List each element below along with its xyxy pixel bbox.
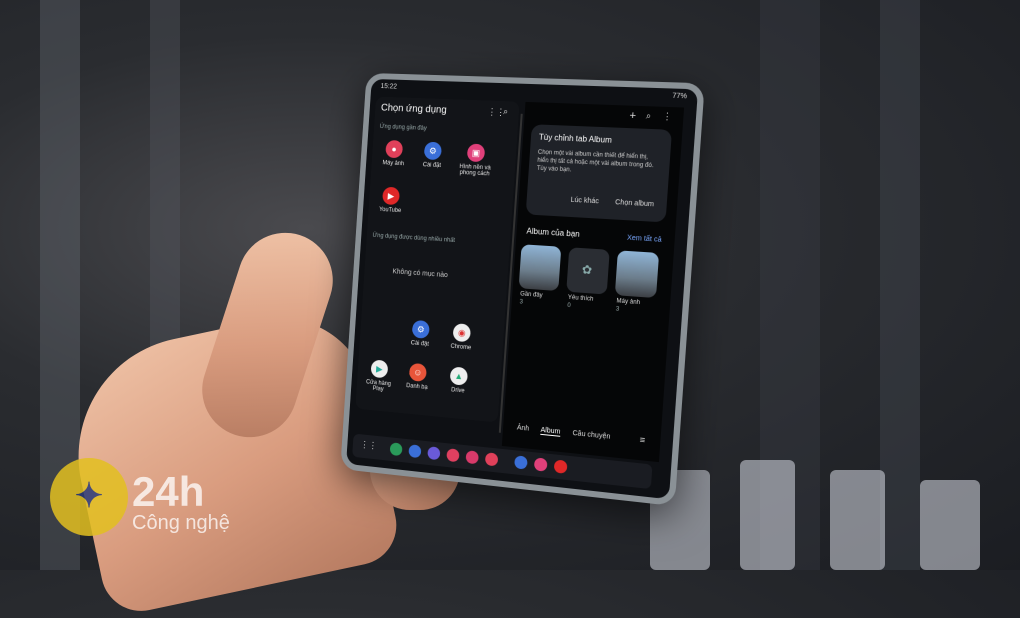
status-time: 15:22	[380, 83, 398, 91]
tab-album[interactable]: Album	[540, 426, 561, 437]
album-thumbnail[interactable]	[614, 250, 660, 299]
gallery-app-icon[interactable]	[465, 450, 479, 465]
wallpaper-app-icon[interactable]	[533, 457, 548, 472]
app-label: Cửa hàng Play	[365, 379, 392, 393]
tab-stories[interactable]: Câu chuyện	[572, 430, 610, 441]
background-light	[740, 460, 795, 570]
album-count: 3	[519, 299, 524, 306]
recent-apps-header: Ứng dụng gần đây	[379, 124, 427, 132]
background-light	[920, 480, 980, 570]
settings-app-icon[interactable]	[514, 455, 528, 470]
phone-app-icon[interactable]	[389, 442, 403, 457]
album-thumbnail[interactable]: ✿	[566, 247, 610, 295]
background-light	[830, 470, 885, 570]
drive-app-icon[interactable]: ▲	[449, 366, 469, 386]
flower-icon: ✿	[581, 262, 593, 278]
album-thumbnail[interactable]	[518, 244, 562, 292]
card-text: Chọn một vài album cần thiết để hiển thị…	[536, 149, 654, 174]
more-icon[interactable]: ⋮	[662, 111, 672, 123]
album-name: Gần đây	[519, 291, 543, 299]
albums-header: Album của bạn	[526, 226, 581, 239]
empty-message: Không có mục nào	[392, 268, 448, 280]
app-label: Cài đặt	[422, 162, 442, 170]
see-all-link[interactable]: Xem tất cả	[627, 235, 662, 244]
album-name: Yêu thích	[567, 294, 594, 303]
later-button[interactable]: Lúc khác	[570, 197, 599, 206]
app-label: Drive	[450, 387, 465, 395]
messages-app-icon[interactable]	[408, 444, 422, 459]
status-battery: 77%	[672, 92, 688, 101]
album-count: 3	[615, 306, 620, 313]
search-icon[interactable]: ⌕	[503, 106, 509, 117]
app-picker-title: Chọn ứng dụng	[380, 102, 447, 116]
apps-grid-icon[interactable]: ⋮⋮	[360, 439, 377, 451]
customize-album-card: Tùy chỉnh tab Album Chọn một vài album c…	[525, 124, 673, 223]
app-label: Máy ảnh	[382, 160, 405, 168]
watermark-subtitle: Công nghệ	[132, 512, 230, 534]
play-store-app-icon[interactable]: ▶	[370, 359, 389, 379]
settings-app-icon[interactable]: ⚙	[423, 141, 443, 161]
background-stripe	[880, 0, 920, 570]
add-icon[interactable]: +	[629, 110, 636, 123]
wallpaper-app-icon[interactable]: ▣	[466, 143, 486, 163]
gallery-pane: + ⌕ ⋮ Tùy chỉnh tab Album Chọn một vài a…	[501, 101, 685, 463]
browser-app-icon[interactable]	[427, 446, 441, 461]
app-label: Danh bạ	[405, 383, 428, 391]
menu-icon[interactable]: ≡	[639, 435, 645, 446]
app-label: Cài đặt	[410, 340, 429, 348]
watermark-logo: ✦	[50, 458, 128, 536]
app-label: Hình nền và phong cách	[459, 163, 491, 178]
app-label: YouTube	[378, 206, 402, 215]
youtube-app-icon[interactable]	[553, 459, 568, 474]
camera-app-icon[interactable]: ●	[385, 139, 404, 159]
calendar-app-icon[interactable]	[446, 448, 460, 463]
foldable-phone: 15:22 77% Chọn ứng dụng ⋮⋮ ⌕ Ứng dụng gầ…	[340, 72, 705, 507]
youtube-app-icon[interactable]: ▶	[382, 186, 401, 206]
album-count: 0	[567, 302, 571, 310]
tab-photos[interactable]: Ảnh	[517, 424, 530, 432]
watermark-brand: 24h	[132, 468, 205, 515]
album-name: Máy ảnh	[616, 298, 641, 307]
app-picker-pane: Chọn ứng dụng ⋮⋮ ⌕ Ứng dụng gần đây ● Má…	[355, 96, 520, 423]
chrome-app-icon[interactable]: ◉	[452, 323, 472, 343]
search-icon[interactable]: ⌕	[646, 110, 652, 121]
settings-app-icon[interactable]: ⚙	[411, 319, 430, 339]
card-title: Tùy chỉnh tab Album	[538, 132, 613, 145]
app-label: Chrome	[450, 343, 472, 352]
contacts-app-icon[interactable]: ☺	[408, 362, 427, 382]
camera-app-icon[interactable]	[484, 452, 499, 467]
choose-album-button[interactable]: Chọn album	[615, 199, 654, 208]
most-used-header: Ứng dụng được dùng nhiều nhất	[372, 232, 456, 244]
